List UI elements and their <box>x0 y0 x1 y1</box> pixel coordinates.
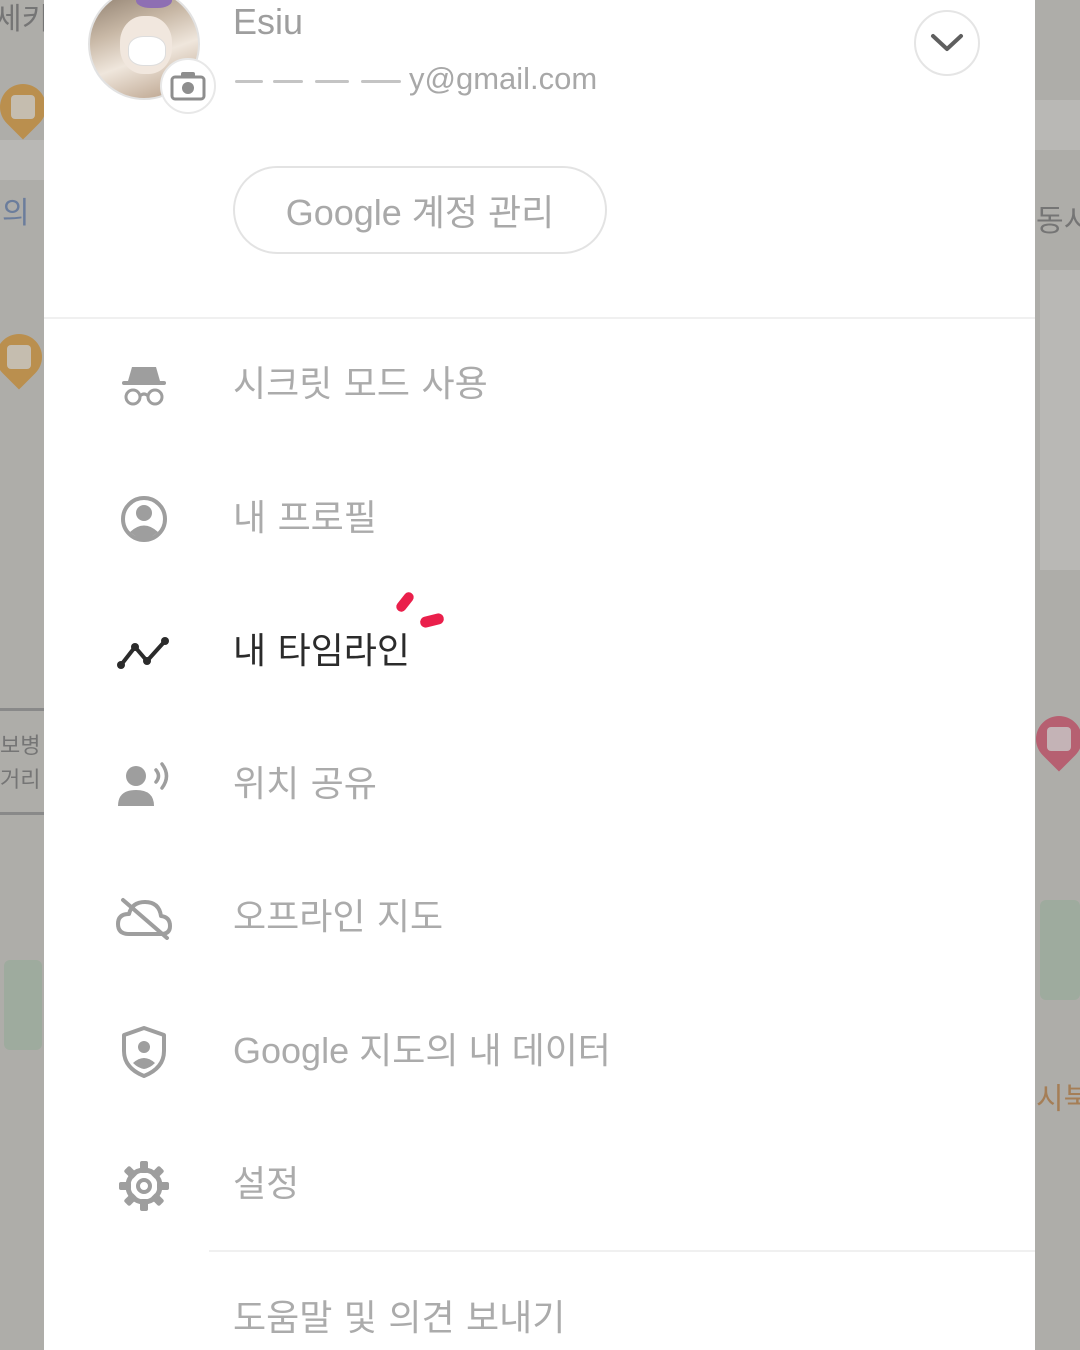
menu-item-label: 도움말 및 의견 보내기 <box>233 1298 566 1339</box>
menu-item-settings[interactable]: 설정 <box>44 1130 1035 1240</box>
header-divider <box>44 317 1035 319</box>
menu-item-label: 설정 <box>233 1164 300 1205</box>
account-switcher-button[interactable] <box>914 10 980 76</box>
menu-item-location-sharing[interactable]: 위치 공유 <box>44 729 1035 839</box>
menu-item-label: 내 타임라인 <box>233 631 411 672</box>
menu-item-incognito[interactable]: 시크릿 모드 사용 <box>44 330 1035 440</box>
shield-account-icon <box>114 1022 174 1082</box>
camera-icon[interactable] <box>160 58 216 114</box>
gear-icon <box>114 1156 174 1216</box>
chevron-down-icon <box>931 34 963 51</box>
account-circle-icon <box>114 489 174 549</box>
menu-item-offline-maps[interactable]: 오프라인 지도 <box>44 862 1035 972</box>
location-sharing-icon <box>114 755 174 815</box>
menu-item-timeline[interactable]: 내 타임라인 <box>44 596 1035 706</box>
menu-item-label: 오프라인 지도 <box>233 897 444 938</box>
menu-item-label: 시크릿 모드 사용 <box>233 364 488 405</box>
menu-item-label: 내 프로필 <box>233 498 377 539</box>
menu-item-profile[interactable]: 내 프로필 <box>44 463 1035 573</box>
menu-item-help-feedback[interactable]: 도움말 및 의견 보내기 <box>44 1264 1035 1350</box>
menu-item-your-data[interactable]: Google 지도의 내 데이터 <box>44 996 1035 1106</box>
offline-cloud-icon <box>114 888 174 948</box>
menu-divider <box>209 1250 1035 1252</box>
timeline-icon <box>114 623 174 683</box>
manage-google-account-button[interactable]: Google 계정 관리 <box>233 166 607 254</box>
menu-item-label: 위치 공유 <box>233 764 377 805</box>
email-redaction <box>233 66 408 96</box>
account-drawer: Esiu y@gmail.com Google 계정 관리 시크릿 모드 사용 <box>44 0 1035 1350</box>
incognito-icon <box>114 355 174 415</box>
menu-item-label: Google 지도의 내 데이터 <box>233 1030 611 1071</box>
account-name: Esiu <box>233 1 304 42</box>
